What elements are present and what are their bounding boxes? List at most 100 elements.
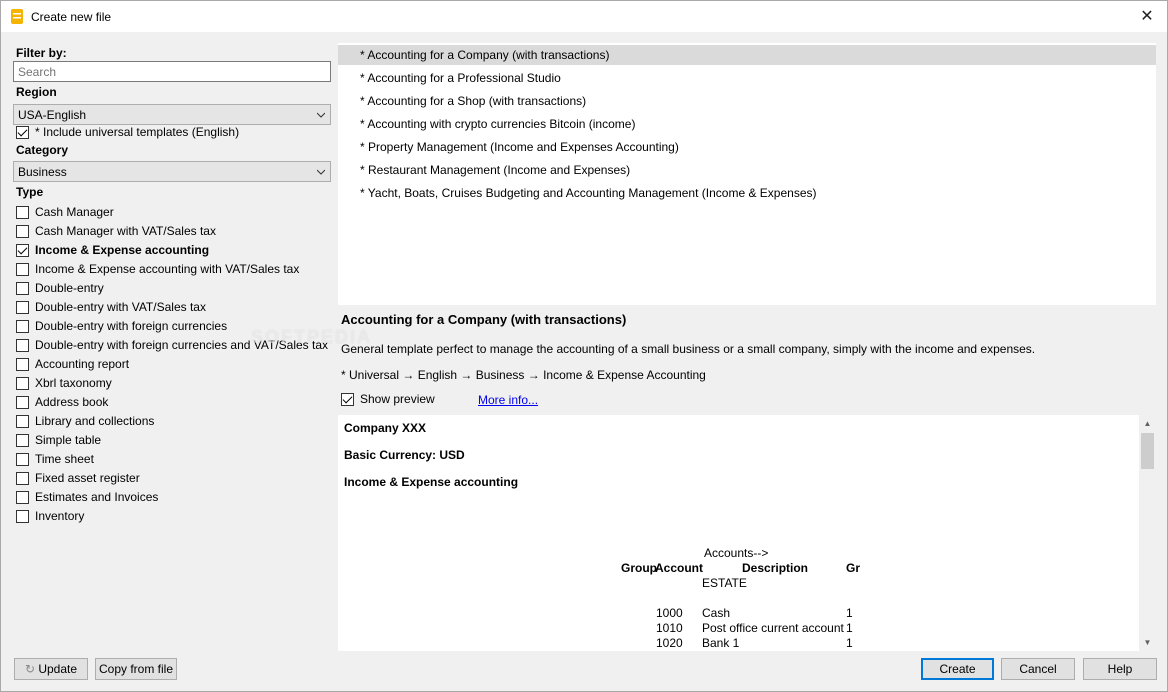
row-gr: 1 <box>846 621 853 635</box>
checkbox-box[interactable] <box>341 392 354 406</box>
row-description: Cash <box>702 606 731 620</box>
region-select[interactable]: USA-English <box>13 104 331 125</box>
chevron-down-icon <box>317 112 325 118</box>
template-item[interactable]: * Accounting for a Shop (with transactio… <box>338 91 1156 111</box>
type-label: Address book <box>35 395 109 409</box>
scroll-down-icon[interactable]: ▼ <box>1139 634 1156 651</box>
preview-currency: Basic Currency: USD <box>344 448 465 462</box>
show-preview-checkbox[interactable]: Show preview <box>341 392 435 406</box>
type-checkbox[interactable]: Income & Expense accounting <box>16 242 209 258</box>
col-account: Account <box>655 561 703 575</box>
checkbox-box[interactable] <box>16 452 29 466</box>
row-gr: 1 <box>846 636 853 650</box>
create-new-file-dialog: Create new file ✕ Filter by: Region USA-… <box>0 0 1168 692</box>
close-icon[interactable]: ✕ <box>1137 6 1157 26</box>
checkbox-box[interactable] <box>16 338 29 352</box>
type-label: Type <box>16 185 44 199</box>
type-checkbox[interactable]: Library and collections <box>16 413 154 429</box>
accounts-header: Accounts--> <box>704 546 769 560</box>
row-account: 1020 <box>656 636 683 650</box>
checkbox-box[interactable] <box>16 224 29 238</box>
more-info-link[interactable]: More info... <box>478 393 538 407</box>
filter-label: Filter by: <box>16 46 67 60</box>
type-label: Double-entry with foreign currencies <box>35 319 228 333</box>
type-checkbox[interactable]: Address book <box>16 394 108 410</box>
update-button[interactable]: ↻ Update <box>14 658 88 680</box>
scroll-thumb[interactable] <box>1141 433 1154 469</box>
checkbox-box[interactable] <box>16 414 29 428</box>
checkbox-box[interactable] <box>16 509 29 523</box>
category-select[interactable]: Business <box>13 161 331 182</box>
template-path: * Universal → English → Business → Incom… <box>341 368 706 382</box>
template-title: Accounting for a Company (with transacti… <box>341 312 627 327</box>
type-checkbox[interactable]: Double-entry with foreign currencies <box>16 318 227 334</box>
template-item[interactable]: * Accounting for a Professional Studio <box>338 68 1156 88</box>
type-label: Cash Manager <box>35 205 114 219</box>
include-universal-checkbox[interactable]: * Include universal templates (English) <box>16 124 239 140</box>
template-list[interactable]: * Accounting for a Company (with transac… <box>338 43 1156 305</box>
template-item[interactable]: * Yacht, Boats, Cruises Budgeting and Ac… <box>338 183 1156 203</box>
checkbox-box[interactable] <box>16 395 29 409</box>
row-account: 1010 <box>656 621 683 635</box>
show-preview-label: Show preview <box>360 392 435 406</box>
col-group: Group <box>621 561 657 575</box>
scroll-up-icon[interactable]: ▲ <box>1139 415 1156 432</box>
checkbox-box[interactable] <box>16 125 29 139</box>
create-button[interactable]: Create <box>921 658 994 680</box>
template-item[interactable]: * Accounting with crypto currencies Bitc… <box>338 114 1156 134</box>
type-checkbox[interactable]: Cash Manager with VAT/Sales tax <box>16 223 216 239</box>
type-checkbox[interactable]: Double-entry <box>16 280 104 296</box>
checkbox-box[interactable] <box>16 262 29 276</box>
template-item[interactable]: * Accounting for a Company (with transac… <box>338 45 1156 65</box>
help-button[interactable]: Help <box>1083 658 1157 680</box>
type-checkbox[interactable]: Double-entry with VAT/Sales tax <box>16 299 206 315</box>
type-checkbox[interactable]: Fixed asset register <box>16 470 140 486</box>
preview-company: Company XXX <box>344 421 427 435</box>
template-item[interactable]: * Property Management (Income and Expens… <box>338 137 1156 157</box>
type-label: Simple table <box>35 433 102 447</box>
checkbox-box[interactable] <box>16 281 29 295</box>
row-description: Bank 1 <box>702 636 740 650</box>
cancel-button[interactable]: Cancel <box>1001 658 1075 680</box>
type-label: Cash Manager with VAT/Sales tax <box>35 224 216 238</box>
checkbox-box[interactable] <box>16 243 29 257</box>
type-label: Accounting report <box>35 357 130 371</box>
col-gr: Gr <box>846 561 861 575</box>
search-input[interactable] <box>13 61 331 82</box>
row-account: 1000 <box>656 606 683 620</box>
preview-kind: Income & Expense accounting <box>344 475 519 489</box>
type-checkbox[interactable]: Accounting report <box>16 356 129 372</box>
template-description: General template perfect to manage the a… <box>341 342 1036 356</box>
type-checkbox[interactable]: Cash Manager <box>16 204 114 220</box>
checkbox-box[interactable] <box>16 357 29 371</box>
type-checkbox[interactable]: Income & Expense accounting with VAT/Sal… <box>16 261 299 277</box>
col-description: Description <box>742 561 809 575</box>
type-checkbox[interactable]: Simple table <box>16 432 101 448</box>
type-checkbox[interactable]: Time sheet <box>16 451 94 467</box>
type-checkbox[interactable]: Inventory <box>16 508 84 524</box>
checkbox-box[interactable] <box>16 490 29 504</box>
row-description: Post office current account <box>702 621 844 635</box>
type-label: Double-entry with VAT/Sales tax <box>35 300 206 314</box>
refresh-icon: ↻ <box>24 662 35 676</box>
category-label: Category <box>16 143 69 157</box>
checkbox-box[interactable] <box>16 205 29 219</box>
template-item[interactable]: * Restaurant Management (Income and Expe… <box>338 160 1156 180</box>
preview-pane: Company XXX Basic Currency: USD Income &… <box>338 415 1156 651</box>
copy-from-file-button[interactable]: Copy from file <box>95 658 177 680</box>
preview-scrollbar[interactable]: ▲ ▼ <box>1139 415 1156 651</box>
checkbox-box[interactable] <box>16 319 29 333</box>
checkbox-box[interactable] <box>16 433 29 447</box>
type-label: Time sheet <box>35 452 94 466</box>
type-checkbox[interactable]: Estimates and Invoices <box>16 489 158 505</box>
update-label: Update <box>38 662 78 676</box>
region-value: USA-English <box>18 108 87 122</box>
type-checkbox[interactable]: Xbrl taxonomy <box>16 375 112 391</box>
checkbox-box[interactable] <box>16 471 29 485</box>
type-label: Estimates and Invoices <box>35 490 159 504</box>
type-label: Xbrl taxonomy <box>35 376 112 390</box>
row-gr: 1 <box>846 606 853 620</box>
checkbox-box[interactable] <box>16 376 29 390</box>
category-value: Business <box>18 165 67 179</box>
checkbox-box[interactable] <box>16 300 29 314</box>
